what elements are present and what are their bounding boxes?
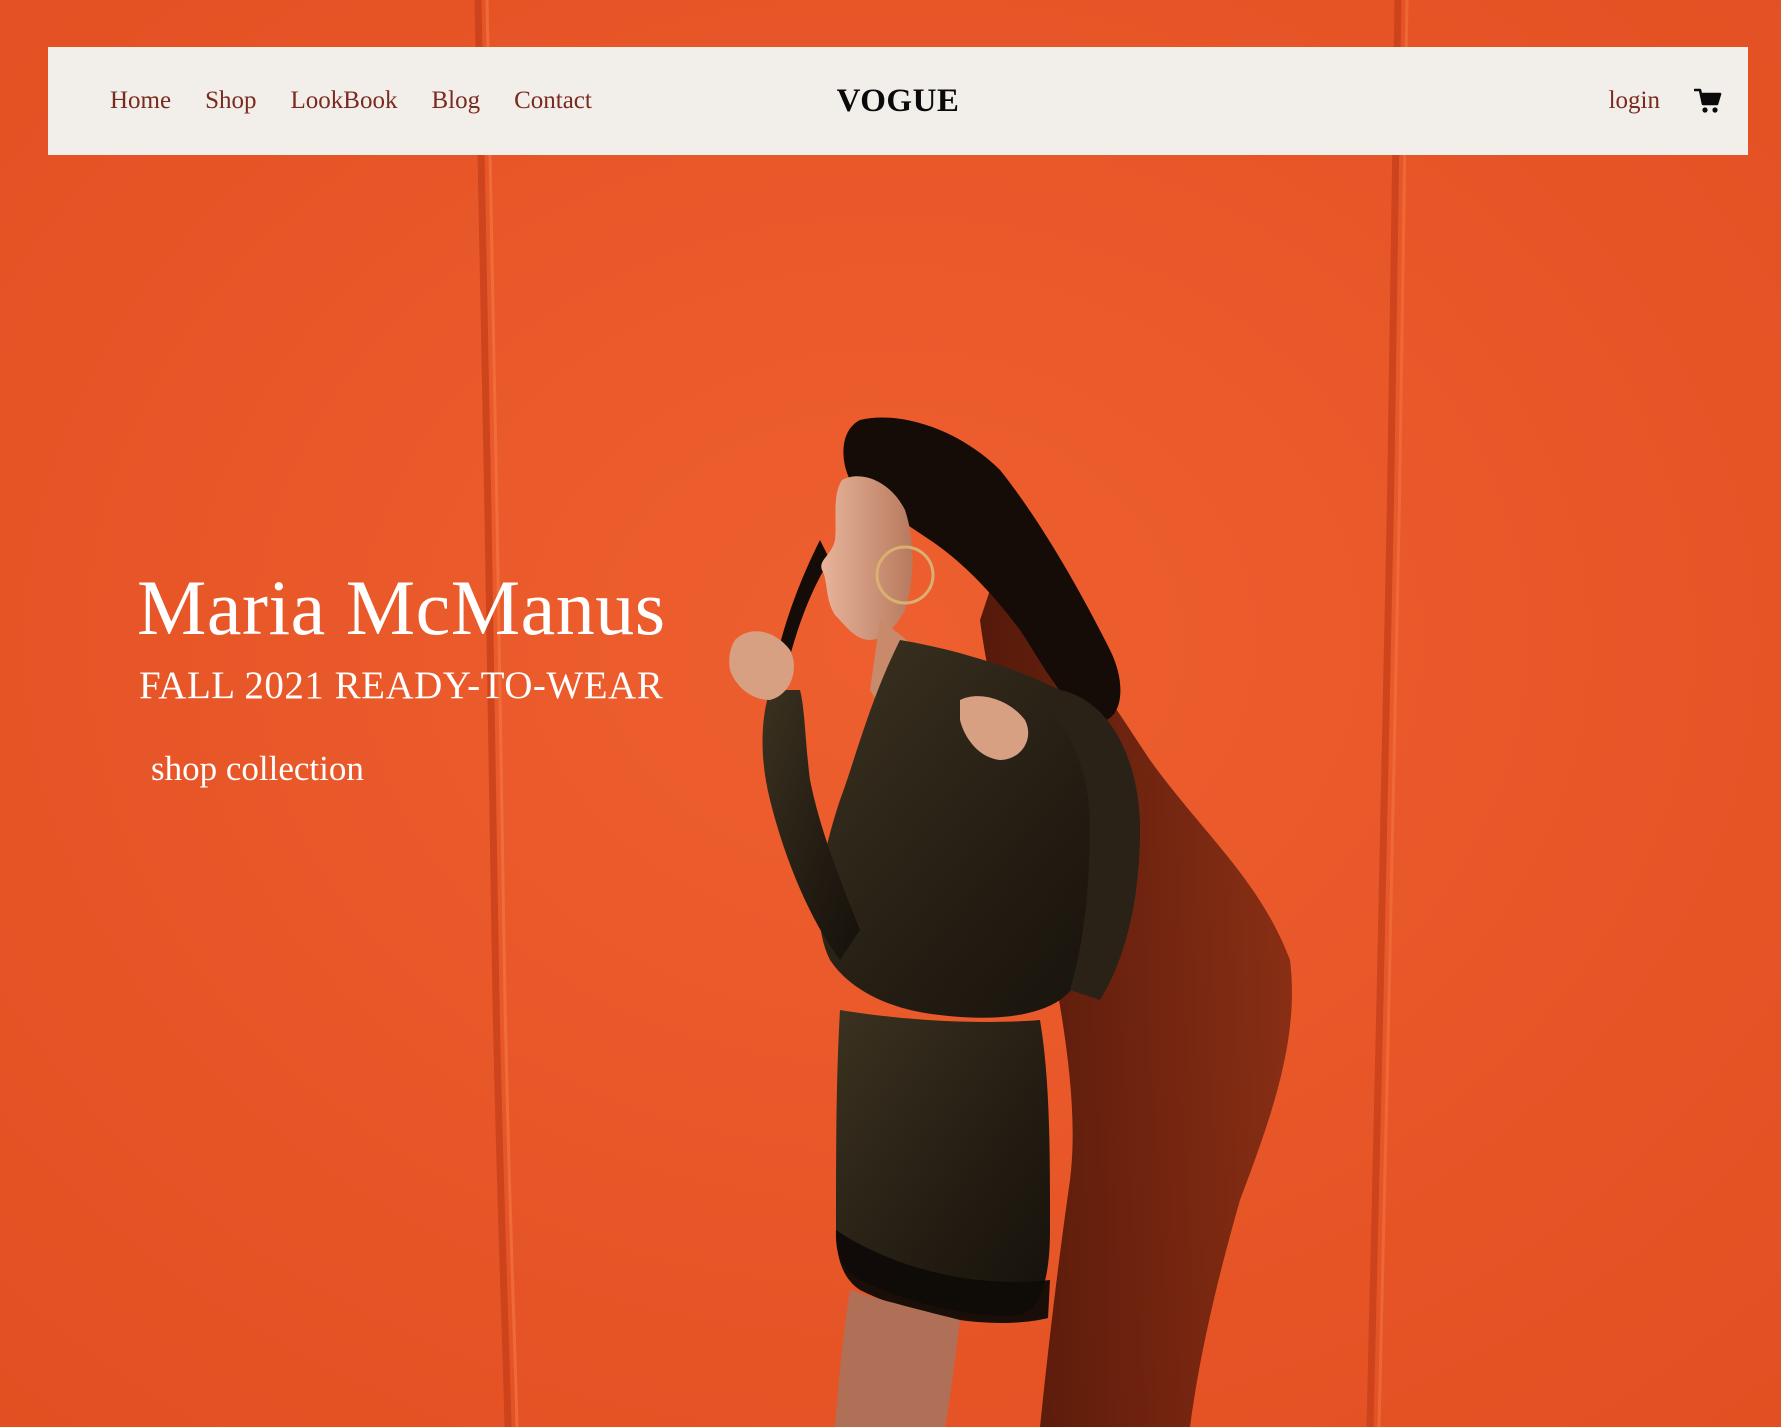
nav-link-contact[interactable]: Contact [514, 87, 592, 115]
shop-collection-link[interactable]: shop collection [151, 749, 364, 789]
nav-link-lookbook[interactable]: LookBook [291, 87, 398, 115]
collection-title: FALL 2021 READY-TO-WEAR [139, 664, 664, 707]
shopping-cart-icon[interactable] [1694, 88, 1722, 114]
top-navbar: Home Shop LookBook Blog Contact VOGUE lo… [48, 47, 1748, 155]
nav-actions: login [1609, 47, 1722, 155]
designer-name-heading: Maria McManus [137, 564, 666, 651]
nav-link-shop[interactable]: Shop [205, 87, 256, 115]
nav-link-blog[interactable]: Blog [431, 87, 480, 115]
login-link[interactable]: login [1609, 87, 1660, 115]
hero-text-block: Maria McManus FALL 2021 READY-TO-WEAR sh… [137, 563, 666, 789]
hero-section: Home Shop LookBook Blog Contact VOGUE lo… [0, 0, 1781, 1427]
nav-links: Home Shop LookBook Blog Contact [110, 47, 626, 155]
nav-link-home[interactable]: Home [110, 87, 171, 115]
